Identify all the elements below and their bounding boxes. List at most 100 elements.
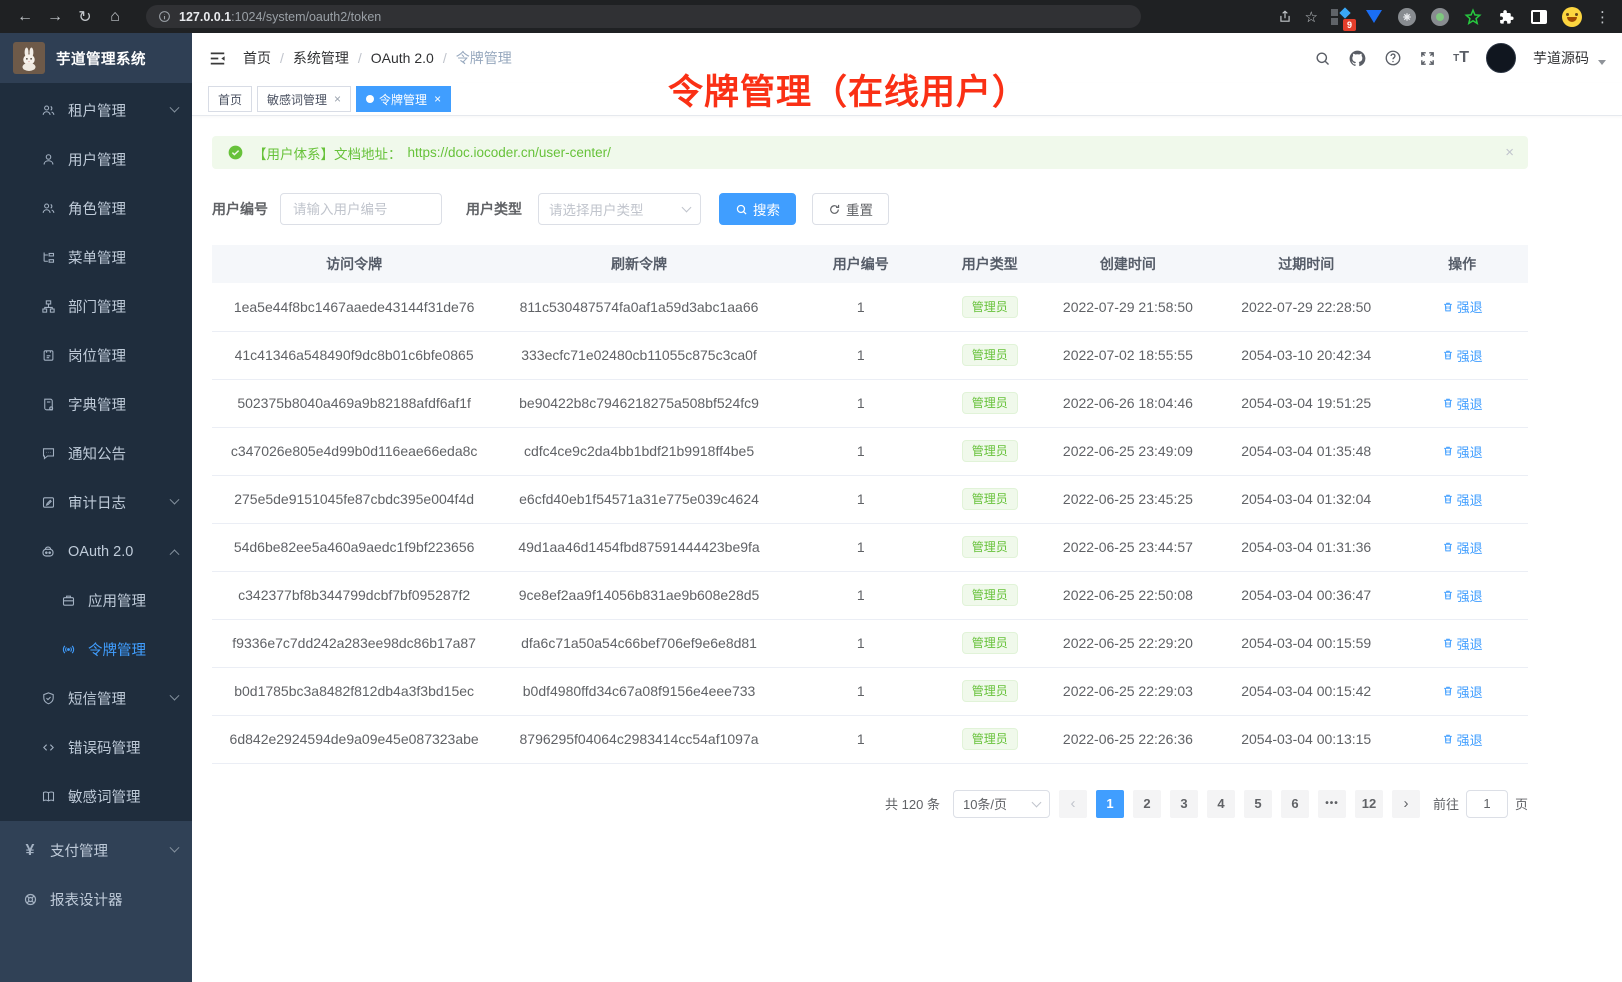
asterisk-extension-icon[interactable]	[1397, 7, 1417, 27]
close-icon[interactable]: ×	[334, 92, 341, 106]
tag-oauth2-token[interactable]: 令牌管理 ×	[356, 86, 451, 112]
tag-sensitive-word[interactable]: 敏感词管理 ×	[257, 86, 351, 112]
sidebar-item-sms[interactable]: 短信管理	[0, 674, 192, 723]
force-logout-button[interactable]: 强退	[1442, 634, 1483, 653]
share-icon[interactable]	[1278, 9, 1292, 24]
access-token-cell: c342377bf8b344799dcbf7bf095287f2	[212, 571, 496, 619]
force-logout-button[interactable]: 强退	[1442, 442, 1483, 461]
gem-extension-icon[interactable]	[1364, 7, 1384, 27]
table-row: 54d6be82ee5a460a9aedc1f9bf223656 49d1aa4…	[212, 523, 1528, 571]
table-row: 502375b8040a469a9b82188afdf6af1f be90422…	[212, 379, 1528, 427]
id-badge-icon	[40, 348, 56, 363]
chevron-down-icon[interactable]	[1598, 60, 1606, 65]
force-logout-button[interactable]: 强退	[1442, 538, 1483, 557]
bookmark-star-icon[interactable]: ☆	[1305, 8, 1318, 26]
sidebar-item-oauth2-app[interactable]: 应用管理	[0, 576, 192, 625]
user-type-cell: 管理员	[940, 523, 1040, 571]
force-logout-button[interactable]: 强退	[1442, 346, 1483, 365]
doc-link[interactable]: https://doc.iocoder.cn/user-center/	[408, 145, 611, 160]
sidebar-item-oauth2[interactable]: OAuth 2.0	[0, 527, 192, 576]
avatar[interactable]	[1486, 43, 1516, 73]
table-row: 6d842e2924594de9a09e45e087323abe 8796295…	[212, 715, 1528, 763]
sidebar-item-report-designer[interactable]: 报表设计器	[0, 875, 192, 924]
force-logout-button[interactable]: 强退	[1442, 297, 1483, 316]
force-logout-button[interactable]: 强退	[1442, 394, 1483, 413]
force-logout-button[interactable]: 强退	[1442, 586, 1483, 605]
sidebar-item-notice[interactable]: 通知公告	[0, 429, 192, 478]
next-page-button[interactable]: ›	[1392, 790, 1420, 818]
page-button-1[interactable]: 1	[1096, 790, 1124, 818]
sidebar-item-audit-log[interactable]: 审计日志	[0, 478, 192, 527]
puzzle-extension-icon[interactable]	[1496, 7, 1516, 27]
sidebar-item-role[interactable]: 角色管理	[0, 184, 192, 233]
breadcrumb-system[interactable]: 系统管理	[293, 48, 349, 68]
page-button-4[interactable]: 4	[1207, 790, 1235, 818]
close-icon[interactable]: ×	[434, 92, 441, 106]
browser-back-icon[interactable]: ←	[12, 4, 38, 30]
page-button-3[interactable]: 3	[1170, 790, 1198, 818]
force-logout-button[interactable]: 强退	[1442, 490, 1483, 509]
sidebar-item-tenant[interactable]: 租户管理	[0, 86, 192, 135]
force-logout-label: 强退	[1457, 682, 1483, 701]
side-panel-icon[interactable]	[1529, 7, 1549, 27]
page-button-12[interactable]: 12	[1355, 790, 1383, 818]
force-logout-button[interactable]: 强退	[1442, 730, 1483, 749]
app-logo[interactable]: 芋道管理系统	[0, 33, 192, 83]
fullscreen-icon[interactable]	[1419, 50, 1436, 67]
force-logout-label: 强退	[1457, 297, 1483, 316]
filter-bar: 用户编号 用户类型 请选择用户类型 搜索 重置	[212, 193, 1528, 225]
pixel-extension-icon[interactable]: 9	[1331, 7, 1351, 27]
sidebar-item-label: 菜单管理	[68, 247, 126, 268]
sidebar-item-user[interactable]: 用户管理	[0, 135, 192, 184]
access-token-cell: b0d1785bc3a8482f812db4a3f3bd15ec	[212, 667, 496, 715]
browser-menu-icon[interactable]: ⋮	[1595, 8, 1610, 26]
dictionary-icon	[40, 397, 56, 412]
prev-page-button[interactable]: ‹	[1059, 790, 1087, 818]
sidebar-item-menu[interactable]: 菜单管理	[0, 233, 192, 282]
search-button[interactable]: 搜索	[719, 193, 796, 225]
github-icon[interactable]	[1348, 49, 1367, 68]
search-icon[interactable]	[1314, 50, 1331, 67]
tag-home[interactable]: 首页	[208, 86, 252, 112]
breadcrumb-home[interactable]: 首页	[243, 48, 271, 68]
alert-close-icon[interactable]: ×	[1505, 144, 1514, 161]
sidebar-item-sensitive-word[interactable]: 敏感词管理	[0, 772, 192, 821]
user-id-input[interactable]	[280, 193, 442, 225]
goto-page-input[interactable]	[1466, 790, 1508, 818]
signal-icon	[60, 642, 76, 657]
record-extension-icon[interactable]	[1430, 7, 1450, 27]
sidebar-item-dept[interactable]: 部门管理	[0, 282, 192, 331]
sidebar-item-oauth2-token[interactable]: 令牌管理	[0, 625, 192, 674]
page-size-select[interactable]: 10条/页	[953, 790, 1050, 818]
force-logout-button[interactable]: 强退	[1442, 682, 1483, 701]
refresh-token-cell: dfa6c71a50a54c66bef706ef9e6e8d81	[496, 619, 782, 667]
star-extension-icon[interactable]	[1463, 7, 1483, 27]
refresh-token-cell: 333ecfc71e02480cb11055c875c3ca0f	[496, 331, 782, 379]
username[interactable]: 芋道源码	[1533, 48, 1589, 68]
more-pages-button[interactable]: •••	[1318, 790, 1346, 818]
sidebar-item-pay[interactable]: ¥ 支付管理	[0, 826, 192, 875]
font-size-icon[interactable]: TT	[1453, 49, 1469, 67]
page-button-2[interactable]: 2	[1133, 790, 1161, 818]
refresh-token-cell: 9ce8ef2aa9f14056b831ae9b608e28d5	[496, 571, 782, 619]
browser-forward-icon[interactable]: →	[42, 4, 68, 30]
site-info-icon[interactable]	[158, 10, 171, 23]
user-id-label: 用户编号	[212, 199, 268, 219]
user-type-select[interactable]: 请选择用户类型	[538, 193, 701, 225]
app-title: 芋道管理系统	[56, 48, 146, 69]
sidebar-item-error-code[interactable]: 错误码管理	[0, 723, 192, 772]
emoji-extension-icon[interactable]	[1562, 7, 1582, 27]
browser-reload-icon[interactable]: ↻	[72, 4, 98, 30]
page-button-5[interactable]: 5	[1244, 790, 1272, 818]
page-button-6[interactable]: 6	[1281, 790, 1309, 818]
address-bar[interactable]: 127.0.0.1:1024/system/oauth2/token	[146, 5, 1141, 28]
url-host: 127.0.0.1	[179, 10, 231, 24]
breadcrumb-oauth2[interactable]: OAuth 2.0	[371, 50, 434, 66]
help-icon[interactable]	[1384, 49, 1402, 67]
sidebar-item-dict[interactable]: 字典管理	[0, 380, 192, 429]
reset-button[interactable]: 重置	[812, 193, 889, 225]
sidebar-collapse-icon[interactable]	[208, 49, 227, 68]
sidebar-item-post[interactable]: 岗位管理	[0, 331, 192, 380]
browser-toolbar: ← → ↻ ⌂ 127.0.0.1:1024/system/oauth2/tok…	[0, 0, 1622, 33]
browser-home-icon[interactable]: ⌂	[102, 4, 128, 30]
